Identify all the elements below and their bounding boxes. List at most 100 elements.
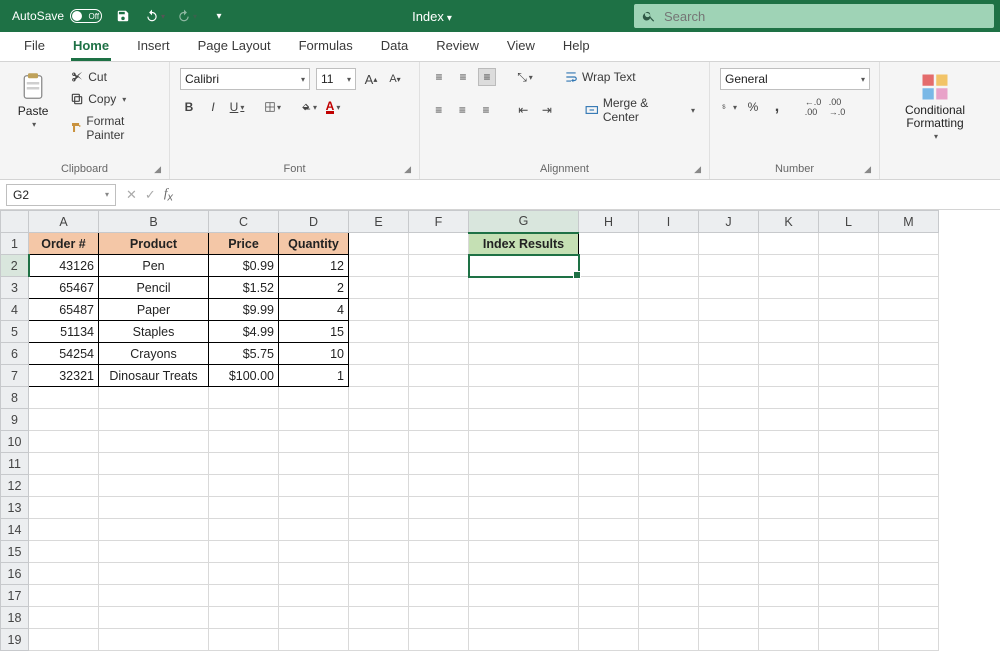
tab-formulas[interactable]: Formulas [287, 32, 365, 61]
cell-A14[interactable] [29, 519, 99, 541]
cell-G19[interactable] [469, 629, 579, 651]
cell-C1[interactable]: Price [209, 233, 279, 255]
cell-I6[interactable] [639, 343, 699, 365]
cell-K3[interactable] [759, 277, 819, 299]
cell-J13[interactable] [699, 497, 759, 519]
column-header-H[interactable]: H [579, 211, 639, 233]
cell-D2[interactable]: 12 [279, 255, 349, 277]
cell-I14[interactable] [639, 519, 699, 541]
cell-E3[interactable] [349, 277, 409, 299]
cell-F11[interactable] [409, 453, 469, 475]
cell-C6[interactable]: $5.75 [209, 343, 279, 365]
save-icon[interactable] [112, 5, 134, 27]
cell-J10[interactable] [699, 431, 759, 453]
cell-I13[interactable] [639, 497, 699, 519]
cell-E17[interactable] [349, 585, 409, 607]
cell-A3[interactable]: 65467 [29, 277, 99, 299]
cell-J1[interactable] [699, 233, 759, 255]
cell-L13[interactable] [819, 497, 879, 519]
cell-G15[interactable] [469, 541, 579, 563]
cell-K11[interactable] [759, 453, 819, 475]
column-header-M[interactable]: M [879, 211, 939, 233]
cell-M14[interactable] [879, 519, 939, 541]
cell-J19[interactable] [699, 629, 759, 651]
cell-L7[interactable] [819, 365, 879, 387]
font-color-button[interactable]: A▾ [324, 98, 342, 116]
cell-G9[interactable] [469, 409, 579, 431]
cell-D12[interactable] [279, 475, 349, 497]
cell-B6[interactable]: Crayons [99, 343, 209, 365]
cell-I11[interactable] [639, 453, 699, 475]
cell-K5[interactable] [759, 321, 819, 343]
tab-page-layout[interactable]: Page Layout [186, 32, 283, 61]
row-header-14[interactable]: 14 [1, 519, 29, 541]
cell-E12[interactable] [349, 475, 409, 497]
cell-E14[interactable] [349, 519, 409, 541]
cell-G5[interactable] [469, 321, 579, 343]
column-header-A[interactable]: A [29, 211, 99, 233]
cell-D10[interactable] [279, 431, 349, 453]
cell-D18[interactable] [279, 607, 349, 629]
cell-D13[interactable] [279, 497, 349, 519]
cell-C5[interactable]: $4.99 [209, 321, 279, 343]
cell-F10[interactable] [409, 431, 469, 453]
cell-I8[interactable] [639, 387, 699, 409]
align-bottom-icon[interactable]: ≡ [478, 68, 496, 86]
cell-I7[interactable] [639, 365, 699, 387]
cell-A9[interactable] [29, 409, 99, 431]
cell-G4[interactable] [469, 299, 579, 321]
cell-H15[interactable] [579, 541, 639, 563]
wrap-text-button[interactable]: Wrap Text [560, 68, 640, 86]
qat-customize-icon[interactable]: ▾ [208, 5, 230, 27]
column-header-K[interactable]: K [759, 211, 819, 233]
cell-K18[interactable] [759, 607, 819, 629]
cell-E10[interactable] [349, 431, 409, 453]
cell-A18[interactable] [29, 607, 99, 629]
underline-button[interactable]: U▾ [228, 98, 246, 116]
conditional-formatting-button[interactable]: Conditional Formatting▾ [890, 68, 980, 145]
cell-K10[interactable] [759, 431, 819, 453]
cell-J9[interactable] [699, 409, 759, 431]
cell-B13[interactable] [99, 497, 209, 519]
tab-home[interactable]: Home [61, 32, 121, 61]
cell-G3[interactable] [469, 277, 579, 299]
cell-L6[interactable] [819, 343, 879, 365]
cell-M1[interactable] [879, 233, 939, 255]
cell-D8[interactable] [279, 387, 349, 409]
cell-A12[interactable] [29, 475, 99, 497]
cell-H8[interactable] [579, 387, 639, 409]
cell-F7[interactable] [409, 365, 469, 387]
cell-C8[interactable] [209, 387, 279, 409]
cell-C17[interactable] [209, 585, 279, 607]
cell-A15[interactable] [29, 541, 99, 563]
tab-data[interactable]: Data [369, 32, 420, 61]
cell-G7[interactable] [469, 365, 579, 387]
cell-G14[interactable] [469, 519, 579, 541]
cell-C2[interactable]: $0.99 [209, 255, 279, 277]
cell-M8[interactable] [879, 387, 939, 409]
cell-G12[interactable] [469, 475, 579, 497]
cell-F12[interactable] [409, 475, 469, 497]
cell-H13[interactable] [579, 497, 639, 519]
cut-button[interactable]: Cut [66, 68, 159, 86]
cell-F16[interactable] [409, 563, 469, 585]
decrease-decimal-icon[interactable]: .00→.0 [828, 98, 846, 116]
cell-M19[interactable] [879, 629, 939, 651]
borders-button[interactable]: ▾ [264, 98, 282, 116]
row-header-8[interactable]: 8 [1, 387, 29, 409]
cell-M5[interactable] [879, 321, 939, 343]
clipboard-launcher-icon[interactable]: ◢ [154, 164, 161, 175]
cell-K12[interactable] [759, 475, 819, 497]
cell-E15[interactable] [349, 541, 409, 563]
cell-E2[interactable] [349, 255, 409, 277]
cell-A10[interactable] [29, 431, 99, 453]
cell-K2[interactable] [759, 255, 819, 277]
cell-B12[interactable] [99, 475, 209, 497]
cell-A11[interactable] [29, 453, 99, 475]
cell-B3[interactable]: Pencil [99, 277, 209, 299]
cell-M4[interactable] [879, 299, 939, 321]
cell-E11[interactable] [349, 453, 409, 475]
row-header-17[interactable]: 17 [1, 585, 29, 607]
enter-formula-icon[interactable]: ✓ [145, 187, 156, 203]
cell-F2[interactable] [409, 255, 469, 277]
